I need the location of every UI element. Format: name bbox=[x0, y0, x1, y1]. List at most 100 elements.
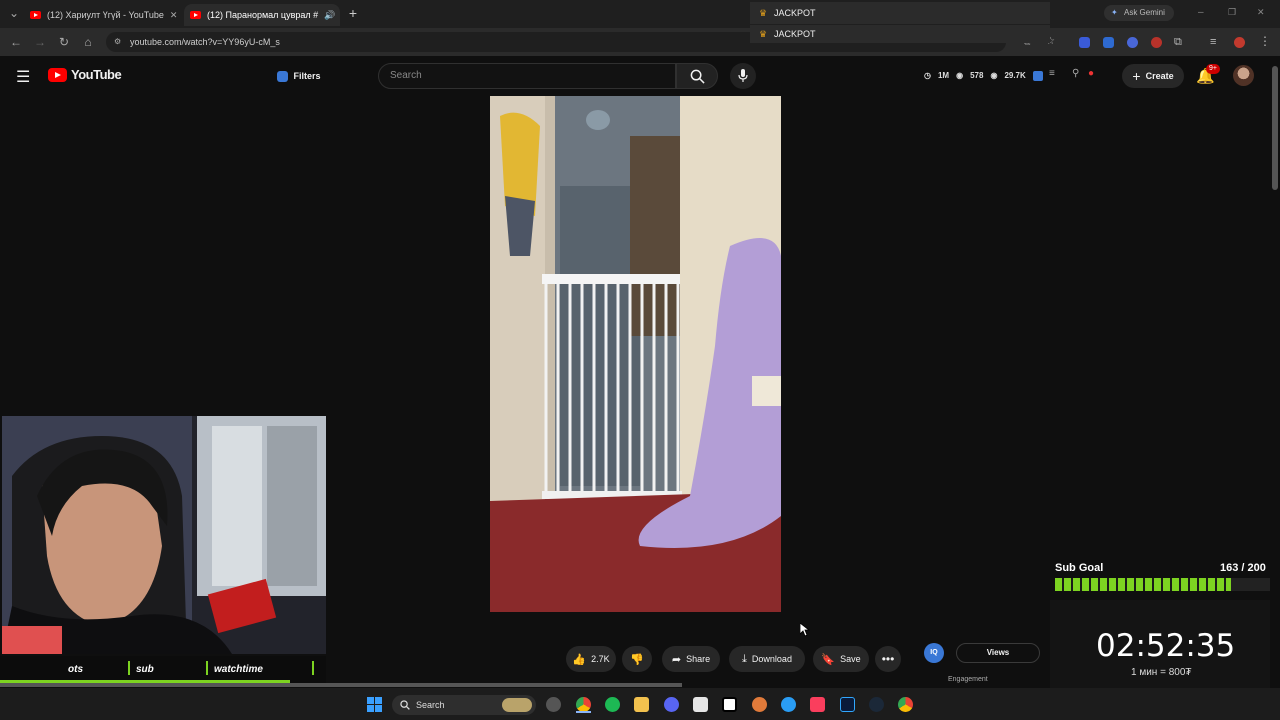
extension-icon[interactable] bbox=[1033, 71, 1043, 81]
account-avatar[interactable] bbox=[1233, 65, 1254, 86]
active-app-indicator bbox=[576, 711, 591, 713]
browser-toolbar: ← → ↻ ⌂ ⚙ youtube.com/watch?v=YY96yU-cM_… bbox=[0, 25, 1280, 56]
countdown-timer: 02:52:35 bbox=[1096, 628, 1236, 664]
eye-icon: ◉ bbox=[990, 71, 998, 80]
video-player[interactable] bbox=[490, 96, 781, 612]
profile-avatar-icon[interactable] bbox=[1234, 37, 1245, 48]
ask-gemini-button[interactable]: ✦ Ask Gemini bbox=[1104, 5, 1174, 21]
tab-2-title: (12) Паранормал цуврал # bbox=[207, 10, 319, 20]
views-tab[interactable]: Views bbox=[956, 643, 1040, 663]
reload-icon[interactable]: ↻ bbox=[56, 34, 72, 50]
pin-icon[interactable]: ⚲ bbox=[1072, 68, 1079, 79]
home-icon[interactable]: ⌂ bbox=[80, 34, 96, 50]
youtube-favicon-icon bbox=[190, 11, 201, 19]
sub-goal-label: Sub Goal bbox=[1055, 562, 1104, 574]
dislike-button[interactable]: 👎 bbox=[622, 646, 652, 672]
file-explorer-icon[interactable] bbox=[634, 697, 649, 712]
search-placeholder: Search bbox=[390, 70, 422, 81]
tab-2[interactable]: (12) Паранормал цуврал # 🔊 ✕ bbox=[184, 4, 340, 26]
search-button[interactable] bbox=[676, 63, 718, 89]
like-button[interactable]: 👍 2.7K bbox=[566, 646, 616, 672]
sub-goal-progress-bar bbox=[1055, 578, 1271, 591]
divider bbox=[128, 661, 130, 675]
eye-icon: ◉ bbox=[956, 71, 964, 80]
site-info-icon[interactable]: ⚙ bbox=[114, 32, 121, 52]
plus-icon: + bbox=[1132, 68, 1141, 84]
speaker-icon[interactable]: 🔊 bbox=[324, 10, 335, 21]
views-stat: 1M bbox=[937, 71, 950, 80]
list-icon[interactable]: ≡ bbox=[1049, 68, 1055, 79]
youtube-favicon-icon bbox=[30, 11, 41, 19]
search-icon bbox=[400, 700, 410, 710]
youtube-logo[interactable]: YouTube bbox=[48, 67, 122, 82]
chrome-icon[interactable] bbox=[576, 697, 591, 712]
photoshop-icon[interactable] bbox=[840, 697, 855, 712]
app-icon[interactable] bbox=[752, 697, 767, 712]
close-tab-icon[interactable]: ✕ bbox=[170, 10, 178, 21]
music-app-icon[interactable] bbox=[810, 697, 825, 712]
video-stats: ◷ 1M ◉ 578 ◉ 29.7K bbox=[924, 71, 1026, 80]
more-actions-button[interactable]: ••• bbox=[875, 646, 901, 672]
like-count: 2.7K bbox=[591, 654, 610, 664]
minimize-icon[interactable]: – bbox=[1198, 7, 1204, 18]
forward-arrow-icon[interactable]: → bbox=[32, 34, 48, 50]
timer-rate: 1 мин = 800₮ bbox=[1131, 667, 1192, 678]
windows-start-icon[interactable] bbox=[367, 697, 382, 712]
stream-commands-bar: ots sub watchtime bbox=[0, 656, 326, 684]
filter-extension-icon bbox=[277, 70, 289, 82]
jackpot-popup-2[interactable]: JACKPOT bbox=[750, 25, 1050, 43]
voice-search-button[interactable] bbox=[730, 63, 756, 89]
download-button[interactable]: ⤓ Download bbox=[729, 646, 805, 672]
divider bbox=[312, 661, 314, 675]
extension-icon[interactable] bbox=[1103, 37, 1114, 48]
filters-button[interactable]: Filters bbox=[276, 64, 322, 88]
sub-goal-count: 163 / 200 bbox=[1220, 562, 1266, 574]
download-icon: ⤓ bbox=[742, 652, 747, 665]
taskbar-app-icon[interactable] bbox=[546, 697, 561, 712]
record-icon[interactable]: ● bbox=[1088, 68, 1094, 79]
chrome-icon[interactable] bbox=[898, 697, 913, 712]
scrollbar-thumb[interactable] bbox=[1272, 66, 1278, 190]
search-icon bbox=[690, 69, 705, 84]
tab-search-icon[interactable]: ≡ bbox=[1210, 36, 1216, 48]
ask-gemini-label: Ask Gemini bbox=[1124, 8, 1165, 17]
more-horizontal-icon: ••• bbox=[881, 652, 895, 666]
tab-list-chevron-icon[interactable]: ⌄ bbox=[6, 5, 22, 21]
extension-icon[interactable] bbox=[1151, 37, 1162, 48]
new-tab-plus-icon[interactable]: + bbox=[345, 5, 361, 21]
notification-badge: 9+ bbox=[1206, 64, 1220, 74]
extension-icon[interactable] bbox=[1127, 37, 1138, 48]
back-arrow-icon[interactable]: ← bbox=[8, 34, 24, 50]
browser-menu-icon[interactable]: ⋮ bbox=[1259, 34, 1271, 48]
search-input[interactable]: Search bbox=[378, 63, 676, 89]
restore-icon[interactable]: ❐ bbox=[1228, 7, 1236, 18]
notion-icon[interactable] bbox=[722, 697, 737, 712]
tab-1-title: (12) Хариулт Үгүй - YouTube bbox=[47, 10, 164, 20]
save-button[interactable]: 🔖 Save bbox=[813, 646, 869, 672]
create-label: Create bbox=[1145, 71, 1174, 81]
extension-icon[interactable] bbox=[1079, 37, 1090, 48]
filters-label: Filters bbox=[293, 71, 321, 81]
browser-tab-bar: ⌄ (12) Хариулт Үгүй - YouTube ✕ (12) Пар… bbox=[0, 0, 1280, 28]
hamburger-menu-icon[interactable]: ☰ bbox=[16, 67, 30, 87]
page-scrollbar[interactable] bbox=[1270, 56, 1280, 688]
vidiq-icon[interactable]: IQ bbox=[924, 643, 944, 663]
jackpot-label: JACKPOT bbox=[774, 8, 816, 18]
tab-1[interactable]: (12) Хариулт Үгүй - YouTube ✕ bbox=[24, 4, 182, 26]
spotify-icon[interactable] bbox=[605, 697, 620, 712]
webcam-feed bbox=[2, 416, 326, 654]
share-button[interactable]: ➦ Share bbox=[662, 646, 720, 672]
likes-stat: 29.7K bbox=[1004, 71, 1026, 80]
taskbar-search-box[interactable]: Search bbox=[392, 695, 536, 715]
jackpot-popup-1[interactable]: JACKPOT bbox=[750, 2, 1050, 24]
app-icon[interactable] bbox=[781, 697, 796, 712]
extensions-puzzle-icon[interactable]: ⧉ bbox=[1174, 36, 1182, 49]
share-arrow-icon: ➦ bbox=[671, 653, 682, 666]
discord-icon[interactable] bbox=[664, 697, 679, 712]
create-button[interactable]: + Create bbox=[1122, 64, 1184, 88]
window-close-icon[interactable]: ✕ bbox=[1257, 7, 1265, 18]
capcut-icon[interactable] bbox=[693, 697, 708, 712]
steam-icon[interactable] bbox=[869, 697, 884, 712]
save-label: Save bbox=[840, 654, 861, 664]
thumbs-up-icon: 👍 bbox=[572, 653, 587, 666]
